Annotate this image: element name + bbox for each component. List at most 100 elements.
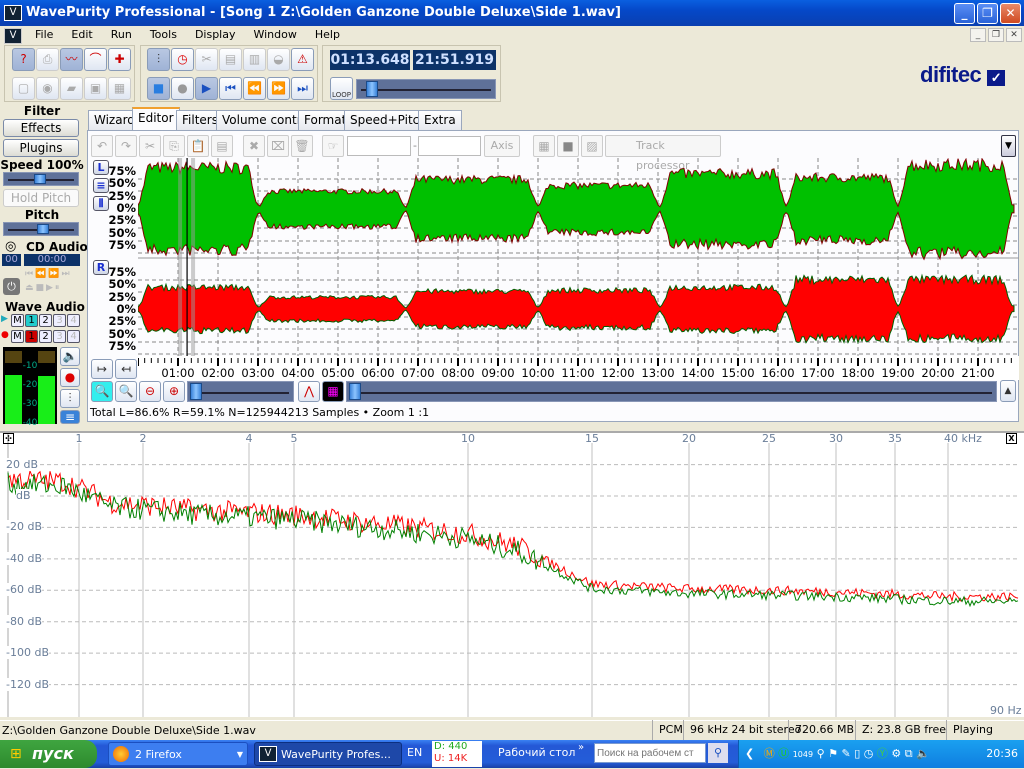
range-start-input[interactable] [347, 136, 411, 156]
export-icon[interactable]: ▦ [108, 77, 131, 100]
new-file-icon[interactable]: ▢ [12, 77, 35, 100]
play-device-3[interactable]: 3 [53, 314, 66, 327]
play-device-4[interactable]: 4 [67, 314, 80, 327]
tray-blank-icon[interactable]: ▯ [854, 747, 860, 760]
pitch-slider-thumb[interactable] [37, 224, 49, 234]
waveform-view[interactable] [138, 158, 1019, 356]
copy-icon[interactable]: ⎘ [163, 135, 185, 157]
tray-flag-icon[interactable]: ⚑ [828, 747, 838, 760]
editor-menu-dropdown[interactable]: ▼ [1001, 135, 1016, 157]
alert-icon[interactable]: ⚠ [291, 48, 314, 71]
maximize-button[interactable]: ❐ [977, 3, 998, 24]
spectrum-close-button[interactable]: X [1006, 433, 1017, 444]
record-device-2[interactable]: 2 [39, 330, 52, 343]
save-icon[interactable]: ▣ [84, 77, 107, 100]
scroll-slider-thumb[interactable] [349, 383, 361, 400]
burn-icon[interactable]: ◒ [267, 48, 290, 71]
network-monitor[interactable]: D: 440 U: 14K [432, 741, 482, 767]
play-device-1[interactable]: 1 [25, 314, 38, 327]
trash-icon[interactable]: 🗑 [291, 135, 313, 157]
zoom-slider[interactable] [187, 381, 294, 402]
redo-icon[interactable]: ↷ [115, 135, 137, 157]
document-icon[interactable]: ᐯ [4, 28, 22, 44]
copy-tracks-icon[interactable]: ▤ [219, 48, 242, 71]
tray-number[interactable]: 1049 [793, 750, 813, 759]
taskbar-firefox[interactable]: 2 Firefox ▼ [108, 742, 248, 766]
spectrum-graph[interactable] [0, 433, 1024, 717]
image-icon[interactable]: ▨ [581, 135, 603, 157]
undo-icon[interactable]: ↶ [91, 135, 113, 157]
mdi-close-button[interactable]: ✕ [1006, 28, 1022, 42]
toolbar-chevron[interactable]: » [578, 742, 584, 753]
zoom-out-icon[interactable]: ⊖ [139, 381, 161, 402]
plugins-button[interactable]: Plugins [3, 139, 79, 157]
menu-window[interactable]: Window [244, 26, 305, 44]
spectrum-settings-icon[interactable]: ✣ [3, 433, 14, 444]
close-button[interactable]: ✕ [1000, 3, 1021, 24]
mdi-restore-button[interactable]: ❐ [988, 28, 1004, 42]
cd-nav-buttons[interactable]: ⏮⏪⏩⏭ [25, 269, 72, 279]
tray-volume-icon[interactable]: 🔈 [916, 747, 930, 760]
tray-search-icon[interactable]: ⚲ [817, 747, 825, 760]
tray-pen-icon[interactable]: ✎ [842, 747, 851, 760]
paste-mix-icon[interactable]: ▤ [211, 135, 233, 157]
record-button[interactable]: ● [171, 77, 194, 100]
record-device-1[interactable]: 1 [25, 330, 38, 343]
fill-icon[interactable]: ■ [557, 135, 579, 157]
app-icon[interactable]: ᐯ [4, 5, 22, 21]
tools-icon[interactable]: ✂ [195, 48, 218, 71]
range-end-input[interactable] [418, 136, 481, 156]
tab-extra[interactable]: Extra [418, 110, 462, 130]
minimize-button[interactable]: _ [954, 3, 975, 24]
tray-yandex-icon[interactable]: Ⓨ [877, 747, 888, 760]
pitch-slider[interactable] [3, 222, 79, 236]
desktop-toolbar[interactable]: Рабочий стол [498, 746, 575, 759]
play-device-M[interactable]: M [11, 314, 24, 327]
add-analysis-icon[interactable]: ✚ [108, 48, 131, 71]
effects-button[interactable]: Effects [3, 119, 79, 137]
waveform-view-icon[interactable]: 〰 [60, 48, 83, 71]
delete-icon[interactable]: ✖ [243, 135, 265, 157]
play-button[interactable]: ▶ [195, 77, 218, 100]
tray-settings-icon[interactable]: ⚙ [891, 747, 901, 760]
go-start-button[interactable]: ⏮ [219, 77, 242, 100]
tray-m-icon[interactable]: Ⓜ [764, 747, 775, 760]
stop-button[interactable]: ■ [147, 77, 170, 100]
spectrum-toggle-icon[interactable]: ⋀ [298, 381, 320, 402]
speed-slider[interactable] [3, 172, 79, 186]
mdi-minimize-button[interactable]: _ [970, 28, 986, 42]
help-icon[interactable]: ? [12, 48, 35, 71]
zoom-selection-icon[interactable]: 🔍 [115, 381, 137, 402]
selection-end-icon[interactable]: ↤ [115, 359, 137, 379]
menu-file[interactable]: File [26, 26, 62, 44]
spectrum-view-icon[interactable]: ⌒ [84, 48, 107, 71]
collapse-button[interactable]: ▲ [1000, 380, 1016, 402]
loop-button[interactable]: LOOP [330, 77, 353, 100]
selection-marker[interactable] [191, 158, 196, 356]
language-indicator[interactable]: EN [407, 746, 422, 759]
search-icon[interactable]: ⚲ [708, 743, 728, 763]
tray-clock-icon[interactable]: ◷ [864, 747, 874, 760]
menu-run[interactable]: Run [102, 26, 141, 44]
record-device-M[interactable]: M [11, 330, 24, 343]
edit-tracks-icon[interactable]: ▥ [243, 48, 266, 71]
selection-start-icon[interactable]: ↦ [91, 359, 113, 379]
clock[interactable]: 20:36 [986, 740, 1018, 768]
play-device-2[interactable]: 2 [39, 314, 52, 327]
menu-tools[interactable]: Tools [141, 26, 186, 44]
mixer-settings-icon[interactable]: ⫶ [60, 389, 80, 408]
paste-icon[interactable]: 📋 [187, 135, 209, 157]
speed-slider-thumb[interactable] [34, 174, 46, 184]
hand-icon[interactable]: ☞ [322, 135, 344, 157]
zoom-fit-icon[interactable]: 🔍 [91, 381, 113, 402]
tab-editor[interactable]: Editor [132, 107, 180, 131]
mixer-icon[interactable]: ⫶ [147, 48, 170, 71]
list-icon[interactable]: ≡ [60, 410, 80, 424]
clock-icon[interactable]: ◷ [171, 48, 194, 71]
go-end-button[interactable]: ⏭ [291, 77, 314, 100]
position-slider[interactable] [356, 79, 496, 99]
tray-network-icon[interactable]: ⧉ [905, 747, 913, 760]
cut-icon[interactable]: ✂ [139, 135, 161, 157]
record-device-4[interactable]: 4 [67, 330, 80, 343]
grid-icon[interactable]: ▦ [533, 135, 555, 157]
